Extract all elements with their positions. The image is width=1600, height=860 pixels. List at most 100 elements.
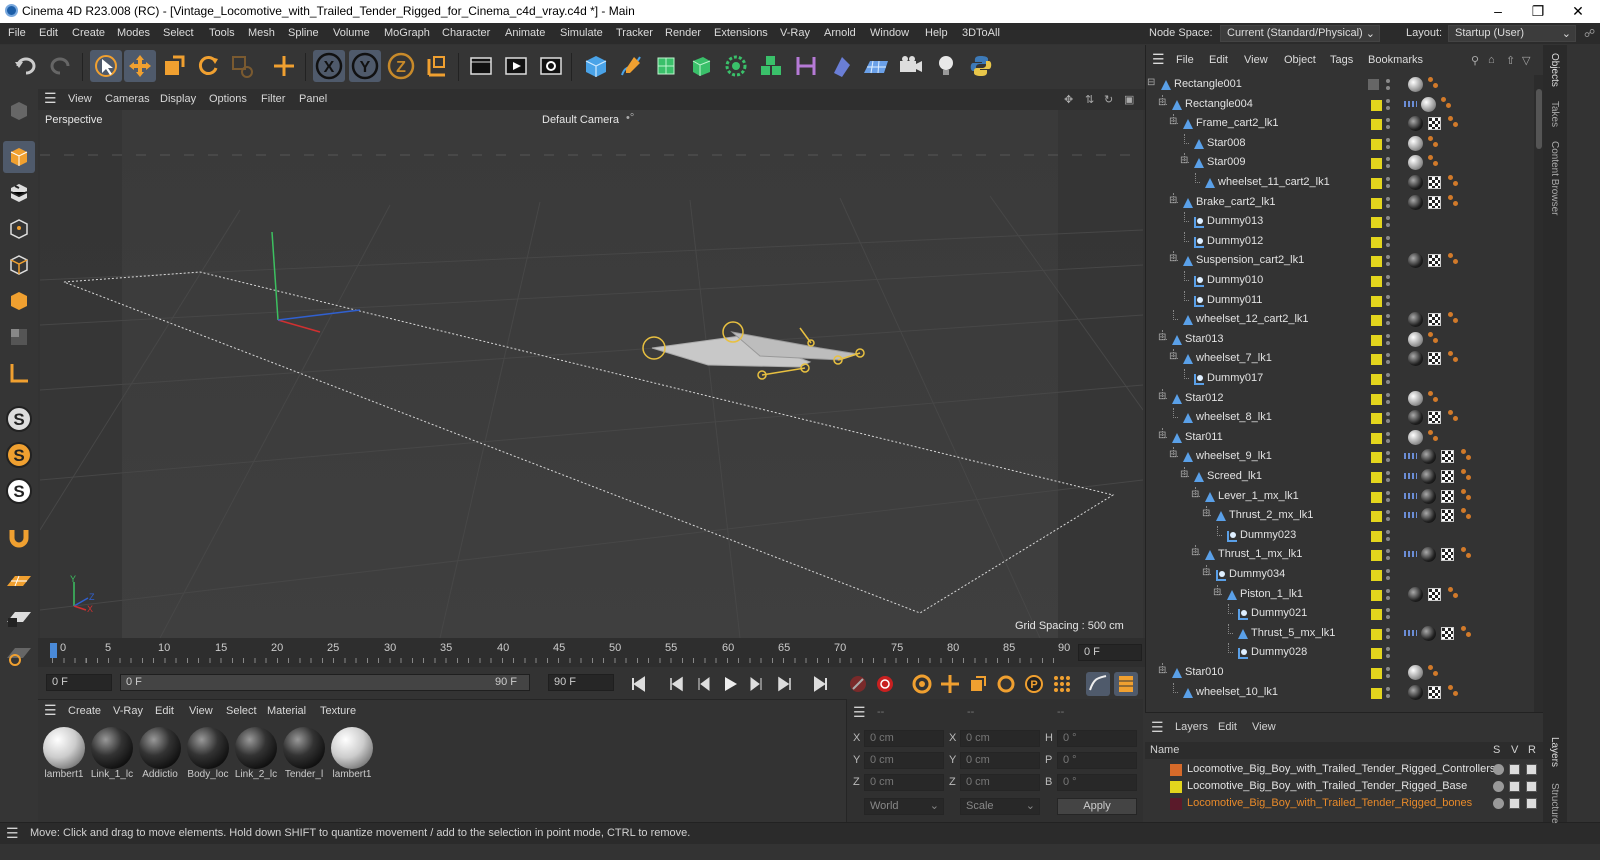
layer-row[interactable]: Locomotive_Big_Boy_with_Trailed_Tender_R… [1145,761,1543,778]
material-tag-icon[interactable] [1421,508,1436,524]
ik-tag-icon[interactable] [1428,77,1438,88]
timeline-playhead[interactable] [50,643,57,658]
light-icon[interactable] [930,50,962,82]
visibility-dots-icon[interactable] [1386,254,1390,268]
layer-color-icon[interactable] [1371,197,1382,209]
layer-color-icon[interactable] [1371,295,1382,307]
object-row[interactable]: ⊟ wheelset_7_lk1 [1146,349,1534,369]
object-name[interactable]: Dummy028 [1251,646,1307,658]
constraint-tag-icon[interactable] [1404,100,1417,107]
ik-tag-icon[interactable] [1448,312,1458,324]
object-name[interactable]: wheelset_9_lk1 [1196,450,1272,462]
ik-tag-icon[interactable] [1448,351,1458,363]
layer-color-icon[interactable] [1371,628,1382,640]
size-mode-dropdown[interactable]: Scale ⌄ [960,798,1040,815]
constraint-tag-icon[interactable] [1404,629,1417,636]
render-to-picture-viewer-icon[interactable] [500,50,532,82]
material-tag-icon[interactable] [1408,586,1423,602]
layer-color-icon[interactable] [1371,99,1382,111]
constraint-tag-icon[interactable] [1404,453,1417,460]
axis-mode-icon[interactable] [3,357,35,389]
material-swatch[interactable]: Link_2_lc [234,727,278,780]
render-settings-icon[interactable] [535,50,567,82]
object-menu-bookmarks[interactable]: Bookmarks [1368,54,1423,66]
object-name[interactable]: Dummy034 [1229,568,1285,580]
material-tag-icon[interactable] [1408,155,1423,171]
search-icon[interactable]: ⚲ [1471,54,1479,67]
object-row[interactable]: wheelset_12_cart2_lk1 [1146,310,1534,330]
rotation-key-icon[interactable] [994,672,1018,696]
current-frame-field[interactable]: 0 F [1078,644,1142,661]
object-menu-edit[interactable]: Edit [1209,54,1228,66]
menu-select[interactable]: Select [163,27,194,39]
layers-menu-edit[interactable]: Edit [1218,721,1237,733]
ik-tag-icon[interactable] [1461,625,1471,637]
layer-color-icon[interactable] [1371,648,1382,660]
python-icon[interactable] [965,50,997,82]
snap-settings-icon[interactable]: S [3,439,35,471]
layer-color-icon[interactable] [1371,256,1382,268]
object-name[interactable]: Rectangle001 [1174,78,1242,90]
visible-eye-icon[interactable] [1509,781,1520,792]
object-name[interactable]: Star010 [1185,666,1224,678]
visibility-dots-icon[interactable] [1386,529,1390,543]
collapse-toggle-icon[interactable]: ⊟ [1147,77,1155,88]
ik-tag-icon[interactable] [1428,390,1438,402]
ik-tag-icon[interactable] [1461,547,1471,559]
material-tag-icon[interactable] [1421,547,1436,563]
timeline-dopesheet-icon[interactable] [1114,672,1138,696]
object-name[interactable]: Frame_cart2_lk1 [1196,117,1279,129]
object-name[interactable]: Dummy012 [1207,235,1263,247]
menu-simulate[interactable]: Simulate [560,27,603,39]
visibility-dots-icon[interactable] [1386,666,1390,680]
layer-name[interactable]: Locomotive_Big_Boy_with_Trailed_Tender_R… [1187,763,1495,775]
node-space-dropdown[interactable]: Current (Standard/Physical) ⌄ [1220,25,1380,42]
texture-tag-icon[interactable] [1428,313,1441,327]
material-swatch[interactable]: Addictio [138,727,182,780]
visibility-dots-icon[interactable] [1386,627,1390,641]
visibility-dots-icon[interactable] [1386,548,1390,562]
edges-mode-icon[interactable] [3,249,35,281]
record-keys-icon[interactable] [846,672,870,696]
visibility-dots-icon[interactable] [1386,568,1390,582]
coordinate-system-dropdown[interactable]: World ⌄ [864,798,944,815]
live-selection-icon[interactable] [90,50,122,82]
layer-color-icon[interactable] [1371,178,1382,189]
object-name[interactable]: Dummy010 [1207,274,1263,286]
object-name[interactable]: Star012 [1185,392,1224,404]
workplane-snap-icon[interactable]: S [3,475,35,507]
layer-color-icon[interactable] [1371,530,1382,542]
menu-character[interactable]: Character [442,27,490,39]
layers-menu-view[interactable]: View [1252,721,1276,733]
collapse-toggle-icon[interactable]: ⊟ [1191,547,1199,558]
collapse-toggle-icon[interactable]: ⊟ [1158,391,1166,402]
tab-takes[interactable]: Takes [1549,101,1560,127]
redo-icon[interactable] [44,50,76,82]
visibility-dots-icon[interactable] [1386,372,1390,386]
rotate-view-icon[interactable]: ↻ [1104,93,1113,106]
material-tag-icon[interactable] [1421,449,1436,465]
material-menu-vray[interactable]: V-Ray [113,705,143,717]
magnet-icon[interactable] [3,521,35,553]
material-tag-icon[interactable] [1408,410,1423,426]
maximize-icon[interactable]: ❐ [1518,1,1558,22]
object-name[interactable]: Dummy011 [1207,294,1262,306]
object-row[interactable]: ⊟ Lever_1_mx_lk1 [1146,486,1534,507]
layer-color-icon[interactable] [1371,119,1382,131]
material-menu-edit[interactable]: Edit [155,705,174,717]
texture-tag-icon[interactable] [1441,548,1454,562]
home-icon[interactable]: ⌂ [1488,54,1495,66]
render-icon[interactable] [1526,781,1537,792]
menu-window[interactable]: Window [870,27,909,39]
material-tag-icon[interactable] [1408,351,1423,367]
collapse-toggle-icon[interactable]: ⊟ [1158,332,1166,343]
viewport-camera-label[interactable]: Default Camera [542,114,619,126]
camera-icon[interactable] [895,50,927,82]
x-axis-lock-icon[interactable]: X [313,50,345,82]
layer-color-icon[interactable] [1371,158,1382,170]
collapse-toggle-icon[interactable]: ⊟ [1213,587,1221,598]
material-swatch[interactable]: lambert1 [42,727,86,780]
visible-eye-icon[interactable] [1509,798,1520,809]
material-swatch[interactable]: Tender_l [282,727,326,780]
object-name[interactable]: Brake_cart2_lk1 [1196,196,1276,208]
